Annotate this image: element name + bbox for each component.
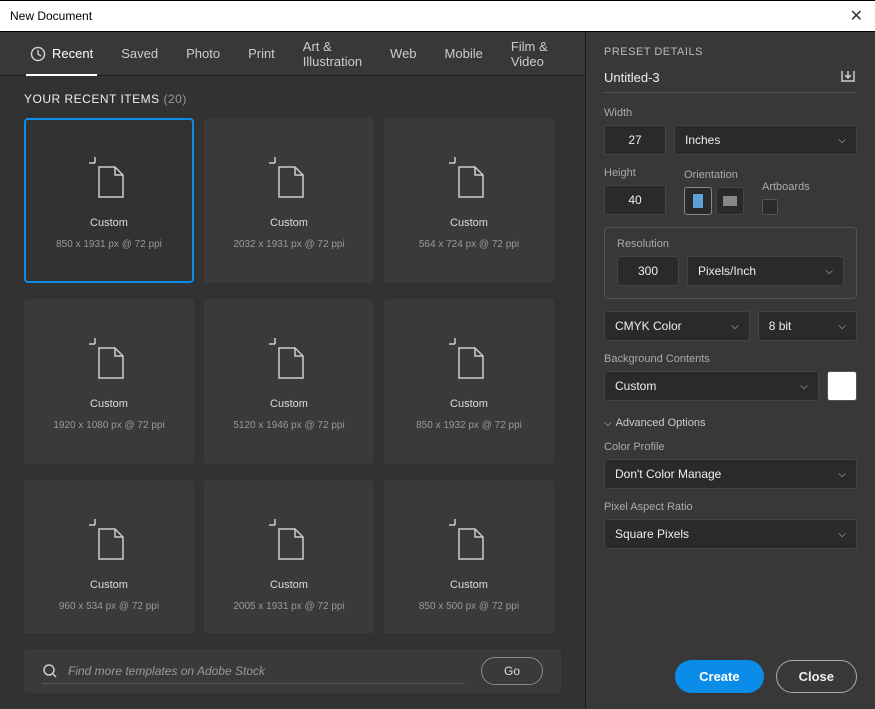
width-label: Width <box>604 107 857 119</box>
chevron-down-icon: ⌵ <box>731 321 739 332</box>
card-dimensions: 564 x 724 px @ 72 ppi <box>419 239 519 250</box>
tab-saved[interactable]: Saved <box>107 32 172 76</box>
pixel-aspect-label: Pixel Aspect Ratio <box>604 501 857 513</box>
preset-card[interactable]: Custom 960 x 534 px @ 72 ppi <box>24 480 194 633</box>
resolution-input[interactable] <box>617 256 679 286</box>
card-dimensions: 1920 x 1080 px @ 72 ppi <box>53 420 164 431</box>
card-label: Custom <box>270 398 308 410</box>
preset-card[interactable]: Custom 850 x 1932 px @ 72 ppi <box>384 299 554 464</box>
document-icon <box>81 332 137 388</box>
resolution-unit-select[interactable]: Pixels/Inch⌵ <box>687 256 844 286</box>
background-label: Background Contents <box>604 353 857 365</box>
document-icon <box>81 513 137 569</box>
document-icon <box>261 151 317 207</box>
chevron-down-icon: ⌵ <box>838 135 846 146</box>
tab-recent[interactable]: Recent <box>16 32 107 76</box>
color-profile-select[interactable]: Don't Color Manage⌵ <box>604 459 857 489</box>
save-preset-icon[interactable] <box>839 68 857 86</box>
background-color-swatch[interactable] <box>827 371 857 401</box>
orientation-landscape-button[interactable] <box>716 187 744 215</box>
preset-card[interactable]: Custom 5120 x 1946 px @ 72 ppi <box>204 299 374 464</box>
background-select[interactable]: Custom⌵ <box>604 371 819 401</box>
orientation-label: Orientation <box>684 169 744 181</box>
color-mode-select[interactable]: CMYK Color⌵ <box>604 311 750 341</box>
tab-photo[interactable]: Photo <box>172 32 234 76</box>
card-label: Custom <box>270 217 308 229</box>
document-icon <box>441 151 497 207</box>
card-dimensions: 2005 x 1931 px @ 72 ppi <box>233 601 344 612</box>
artboards-checkbox[interactable] <box>762 199 778 215</box>
preset-grid: Custom 850 x 1931 px @ 72 ppi Custom 203… <box>24 118 561 633</box>
height-label: Height <box>604 167 666 179</box>
close-button[interactable]: Close <box>776 660 857 693</box>
preset-details-header: PRESET DETAILS <box>604 46 857 58</box>
card-dimensions: 850 x 1932 px @ 72 ppi <box>416 420 522 431</box>
card-label: Custom <box>90 217 128 229</box>
go-button[interactable]: Go <box>481 657 543 685</box>
tab-film-video[interactable]: Film & Video <box>497 32 569 76</box>
document-name-input[interactable]: Untitled-3 <box>604 70 660 85</box>
document-icon <box>261 513 317 569</box>
card-dimensions: 5120 x 1946 px @ 72 ppi <box>233 420 344 431</box>
tab-print[interactable]: Print <box>234 32 289 76</box>
bit-depth-select[interactable]: 8 bit⌵ <box>758 311 857 341</box>
chevron-down-icon: ⌵ <box>838 529 846 540</box>
chevron-down-icon: ⌵ <box>838 469 846 480</box>
advanced-options-toggle[interactable]: ⌵ Advanced Options <box>604 417 857 429</box>
card-dimensions: 850 x 500 px @ 72 ppi <box>419 601 519 612</box>
preset-card[interactable]: Custom 1920 x 1080 px @ 72 ppi <box>24 299 194 464</box>
recent-heading: YOUR RECENT ITEMS (20) <box>24 92 561 106</box>
close-icon[interactable]: ✕ <box>850 6 863 26</box>
preset-card[interactable]: Custom 2005 x 1931 px @ 72 ppi <box>204 480 374 633</box>
color-profile-label: Color Profile <box>604 441 857 453</box>
card-label: Custom <box>450 217 488 229</box>
stock-search-bar: Find more templates on Adobe Stock Go <box>24 649 561 693</box>
height-input[interactable] <box>604 185 666 215</box>
preset-card[interactable]: Custom 850 x 1931 px @ 72 ppi <box>24 118 194 283</box>
search-input[interactable]: Find more templates on Adobe Stock <box>42 659 465 684</box>
artboards-label: Artboards <box>762 181 810 193</box>
search-icon <box>42 663 58 679</box>
card-label: Custom <box>90 398 128 410</box>
preset-card[interactable]: Custom 564 x 724 px @ 72 ppi <box>384 118 554 283</box>
pixel-aspect-select[interactable]: Square Pixels⌵ <box>604 519 857 549</box>
width-input[interactable] <box>604 125 666 155</box>
resolution-group: Resolution Pixels/Inch⌵ <box>604 227 857 299</box>
category-tabs: Recent Saved Photo Print Art & Illustrat… <box>0 32 585 76</box>
window-title: New Document <box>10 9 92 23</box>
tab-art-illustration[interactable]: Art & Illustration <box>289 32 376 76</box>
preset-card[interactable]: Custom 850 x 500 px @ 72 ppi <box>384 480 554 633</box>
clock-icon <box>30 46 46 62</box>
tab-web[interactable]: Web <box>376 32 431 76</box>
chevron-down-icon: ⌵ <box>604 418 612 429</box>
card-label: Custom <box>90 579 128 591</box>
resolution-label: Resolution <box>617 238 844 250</box>
card-dimensions: 850 x 1931 px @ 72 ppi <box>56 239 162 250</box>
card-label: Custom <box>450 398 488 410</box>
chevron-down-icon: ⌵ <box>838 321 846 332</box>
orientation-portrait-button[interactable] <box>684 187 712 215</box>
tab-mobile[interactable]: Mobile <box>431 32 497 76</box>
document-icon <box>441 513 497 569</box>
document-icon <box>81 151 137 207</box>
document-icon <box>261 332 317 388</box>
titlebar: New Document ✕ <box>0 0 875 32</box>
card-label: Custom <box>270 579 308 591</box>
card-dimensions: 2032 x 1931 px @ 72 ppi <box>233 239 344 250</box>
chevron-down-icon: ⌵ <box>825 266 833 277</box>
preset-details-panel: PRESET DETAILS Untitled-3 Width Inches⌵ … <box>585 32 875 709</box>
width-unit-select[interactable]: Inches⌵ <box>674 125 857 155</box>
preset-card[interactable]: Custom 2032 x 1931 px @ 72 ppi <box>204 118 374 283</box>
document-icon <box>441 332 497 388</box>
chevron-down-icon: ⌵ <box>800 381 808 392</box>
card-dimensions: 960 x 534 px @ 72 ppi <box>59 601 159 612</box>
card-label: Custom <box>450 579 488 591</box>
create-button[interactable]: Create <box>675 660 763 693</box>
